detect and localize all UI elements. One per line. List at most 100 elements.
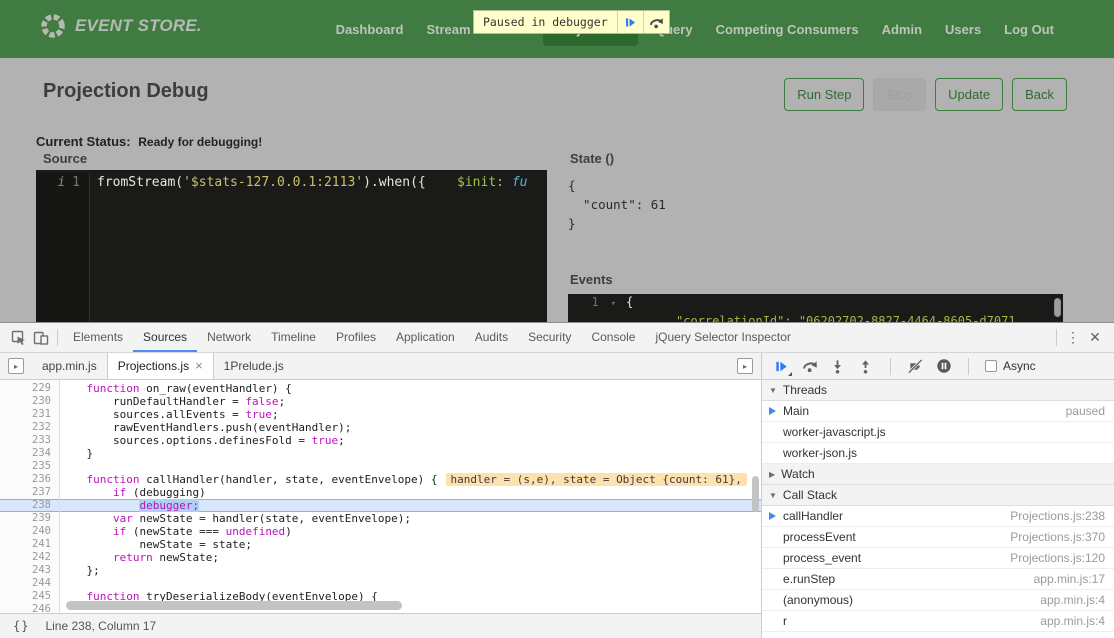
nav-item-log-out[interactable]: Log Out (998, 13, 1060, 46)
events-editor[interactable]: 1 ▾ { "correlationId": "06202702-8827-44… (568, 294, 1063, 322)
line-number[interactable]: 246 (0, 603, 59, 613)
status-value: Ready for debugging! (138, 135, 262, 149)
call-stack-frame[interactable] (762, 632, 1114, 638)
nav-item-competing-consumers[interactable]: Competing Consumers (710, 13, 865, 46)
update-button[interactable]: Update (935, 78, 1003, 111)
line-number[interactable]: 237 (0, 486, 59, 499)
thread-row-worker-json-js[interactable]: worker-json.js (762, 443, 1114, 464)
close-tab-icon[interactable]: × (195, 353, 203, 379)
code-line[interactable] (60, 577, 761, 590)
line-number[interactable]: 236 (0, 473, 59, 486)
source-code-line[interactable]: fromStream('$stats-127.0.0.1:2113').when… (90, 173, 527, 322)
file-tab-projections-js[interactable]: Projections.js× (107, 353, 214, 379)
close-devtools-icon[interactable]: ✕ (1084, 329, 1106, 346)
horizontal-scrollbar-thumb[interactable] (66, 601, 402, 610)
show-debugger-icon[interactable]: ▸ (737, 358, 753, 374)
devtools-tab-sources[interactable]: Sources (133, 323, 197, 352)
code-line[interactable]: } (60, 447, 761, 460)
line-number[interactable]: 233 (0, 434, 59, 447)
devtools-tab-security[interactable]: Security (518, 323, 581, 352)
events-code-line: "correlationId": "06202702-8827-4464-860… (620, 313, 1016, 322)
code-line[interactable]: function on_raw(eventHandler) { (60, 382, 761, 395)
code-line[interactable]: if (debugging) (60, 486, 761, 499)
line-number[interactable]: 230 (0, 395, 59, 408)
events-scrollbar-thumb[interactable] (1054, 298, 1061, 317)
async-checkbox[interactable] (985, 360, 997, 372)
device-toolbar-icon[interactable] (30, 327, 52, 349)
file-tab-1prelude-js[interactable]: 1Prelude.js (214, 353, 294, 379)
devtools-tab-elements[interactable]: Elements (63, 323, 133, 352)
devtools-tab-application[interactable]: Application (386, 323, 465, 352)
code-line[interactable]: function callHandler(handler, state, eve… (60, 473, 761, 486)
line-number[interactable]: 229 (0, 382, 59, 395)
logo-ring-icon (40, 13, 66, 39)
pause-on-exceptions-icon[interactable] (935, 358, 952, 375)
code-line[interactable]: if (newState === undefined) (60, 525, 761, 538)
step-over-icon[interactable] (801, 358, 818, 375)
code-line[interactable]: debugger; (60, 499, 761, 512)
code-line[interactable]: }; (60, 564, 761, 577)
eventstore-logo[interactable]: EVENT STORE. (40, 13, 202, 39)
code-editor[interactable]: 2292302312322332342352362372382392402412… (0, 380, 761, 613)
deactivate-breakpoints-icon[interactable] (907, 358, 924, 375)
file-tab-app-min-js[interactable]: app.min.js (32, 353, 107, 379)
code-line[interactable]: runDefaultHandler = false; (60, 395, 761, 408)
code-line[interactable]: sources.options.definesFold = true; (60, 434, 761, 447)
devtools-tab-timeline[interactable]: Timeline (261, 323, 326, 352)
devtools-toolbar-right: ⋮ ✕ (1051, 329, 1106, 346)
line-number[interactable]: 239 (0, 512, 59, 525)
code-line[interactable] (60, 460, 761, 473)
line-number[interactable]: 242 (0, 551, 59, 564)
vertical-scrollbar-thumb[interactable] (752, 476, 759, 512)
call-stack-section-header[interactable]: ▼ Call Stack (762, 485, 1114, 506)
code-line[interactable]: newState = state; (60, 538, 761, 551)
call-stack-frame[interactable]: processEventProjections.js:370 (762, 527, 1114, 548)
pretty-print-icon[interactable]: {} (13, 619, 29, 633)
fold-icon[interactable]: ▾ (606, 296, 616, 313)
step-out-icon[interactable] (857, 358, 874, 375)
watch-section-header[interactable]: ▶ Watch (762, 464, 1114, 485)
call-stack-frame[interactable]: callHandlerProjections.js:238 (762, 506, 1114, 527)
call-stack-frame[interactable]: rapp.min.js:4 (762, 611, 1114, 632)
thread-row-main[interactable]: Mainpaused (762, 401, 1114, 422)
nav-item-dashboard[interactable]: Dashboard (330, 13, 410, 46)
step-over-icon[interactable] (643, 11, 669, 33)
code-line[interactable]: sources.allEvents = true; (60, 408, 761, 421)
line-number[interactable]: 243 (0, 564, 59, 577)
threads-section-header[interactable]: ▼ Threads (762, 380, 1114, 401)
nav-item-users[interactable]: Users (939, 13, 987, 46)
call-stack-frame[interactable]: (anonymous)app.min.js:4 (762, 590, 1114, 611)
back-button[interactable]: Back (1012, 78, 1067, 111)
source-editor[interactable]: i1 fromStream('$stats-127.0.0.1:2113').w… (36, 170, 547, 322)
show-navigator-icon[interactable]: ▸ (8, 358, 24, 374)
devtools-tab-console[interactable]: Console (581, 323, 645, 352)
step-into-icon[interactable] (829, 358, 846, 375)
toolbar-divider (57, 329, 58, 346)
stop-button[interactable]: Stop (873, 78, 926, 111)
line-number[interactable]: 245 (0, 590, 59, 603)
nav-item-admin[interactable]: Admin (876, 13, 928, 46)
run-step-button[interactable]: Run Step (784, 78, 864, 111)
code-line[interactable]: var newState = handler(state, eventEnvel… (60, 512, 761, 525)
more-options-icon[interactable]: ⋮ (1062, 329, 1084, 346)
code-line[interactable]: return newState; (60, 551, 761, 564)
line-number[interactable]: 234 (0, 447, 59, 460)
call-stack-frame[interactable]: e.runStepapp.min.js:17 (762, 569, 1114, 590)
resume-script-icon[interactable] (773, 358, 790, 375)
line-number[interactable]: 241 (0, 538, 59, 551)
resume-script-icon[interactable] (617, 11, 643, 33)
call-stack-frame[interactable]: process_eventProjections.js:120 (762, 548, 1114, 569)
line-number[interactable]: 235 (0, 460, 59, 473)
line-number[interactable]: 231 (0, 408, 59, 421)
devtools-tab-jquery-selector-inspector[interactable]: jQuery Selector Inspector (645, 323, 800, 352)
line-number[interactable]: 240 (0, 525, 59, 538)
line-number[interactable]: 238 (0, 499, 59, 512)
line-number[interactable]: 232 (0, 421, 59, 434)
inspect-element-icon[interactable] (8, 327, 30, 349)
thread-row-worker-javascript-js[interactable]: worker-javascript.js (762, 422, 1114, 443)
devtools-tab-network[interactable]: Network (197, 323, 261, 352)
code-line[interactable]: rawEventHandlers.push(eventHandler); (60, 421, 761, 434)
devtools-tab-audits[interactable]: Audits (465, 323, 518, 352)
line-number[interactable]: 244 (0, 577, 59, 590)
devtools-tab-profiles[interactable]: Profiles (326, 323, 386, 352)
